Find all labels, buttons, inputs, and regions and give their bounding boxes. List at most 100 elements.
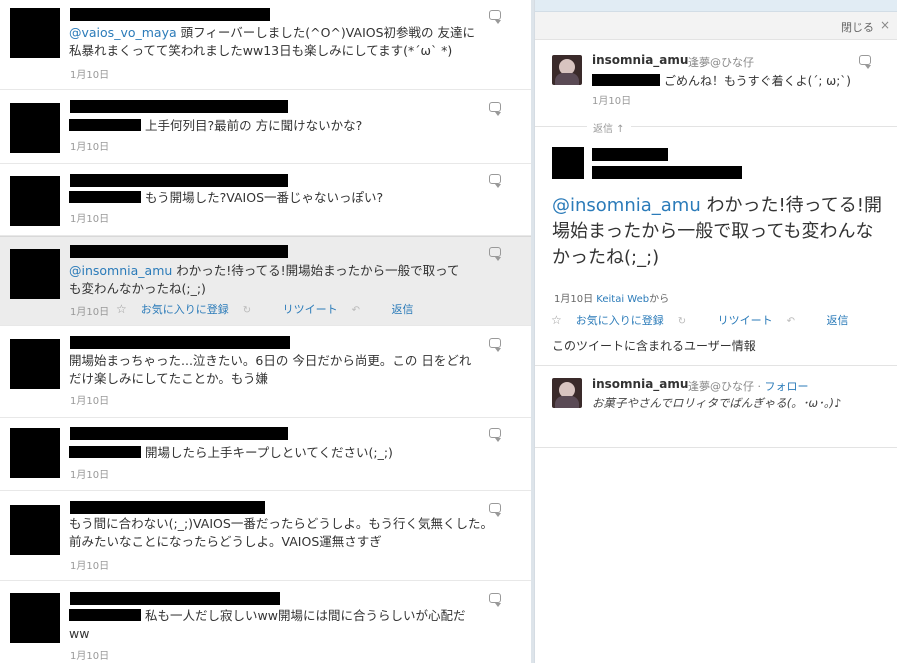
tweet-item[interactable]: もう間に合わない(;_;)VAIOS一番だったらどうしよ。もう行く気無くした。 … (0, 491, 531, 581)
tweet-text: @insomnia_amu わかった!待ってる!開場始まったから一般で取って も… (69, 263, 460, 296)
user-display-name: 逢夢@ひな仔 (688, 380, 754, 393)
avatar[interactable] (10, 249, 60, 299)
follow-button[interactable]: フォロー (765, 380, 809, 393)
reply-bubble-icon[interactable] (859, 55, 871, 69)
reply-bubble-icon[interactable] (489, 247, 501, 261)
redacted-mention (69, 609, 141, 621)
tweet-actions: ☆ お気に入りに登録 ↻ リツイート ↶ 返信 (116, 301, 428, 317)
close-button[interactable]: 閉じる (841, 19, 874, 35)
via-source-link[interactable]: Keitai Web (596, 294, 649, 305)
reply-bubble-icon[interactable] (489, 338, 501, 352)
tweet-text: 開場始まっちゃった...泣きたい。6日の 今日だから尚更。この 日をどれ だけ楽… (69, 353, 472, 386)
reply-bubble-icon[interactable] (489, 10, 501, 24)
tweet-text: @vaios_vo_maya 頭フィーバーしました(^O^)VAIOS初参戦の … (69, 25, 476, 58)
users-heading: このツイートに含まれるユーザー情報 (552, 339, 756, 353)
close-icon[interactable]: × (880, 18, 890, 32)
tweet-text: 私も一人だし寂しいww開場には間に合うらしいが心配だ ww (69, 608, 466, 641)
user-username[interactable]: insomnia_amu (592, 377, 688, 391)
redacted-username (70, 100, 288, 113)
avatar[interactable] (10, 339, 60, 389)
avatar[interactable] (10, 428, 60, 478)
redacted-username (70, 174, 288, 187)
tweet-date[interactable]: 1月10日 (70, 66, 109, 81)
retweet-icon: ↻ (677, 316, 687, 327)
main-tweet-date[interactable]: 1月10日 (554, 294, 593, 305)
favorite-button[interactable]: ☆ お気に入りに登録 ↻ (551, 313, 700, 327)
avatar[interactable] (10, 176, 60, 226)
parent-display-name: 逢夢@ひな仔 (688, 56, 754, 69)
timeline: @vaios_vo_maya 頭フィーバーしました(^O^)VAIOS初参戦の … (0, 0, 531, 663)
main-tweet-text: @insomnia_amu わかった!待ってる!開場始まったから一般で取っても変… (552, 195, 883, 268)
tweet-date[interactable]: 1月10日 (70, 647, 109, 662)
user-meta: 逢夢@ひな仔 · フォロー (688, 380, 809, 393)
tweet-item[interactable]: 私も一人だし寂しいww開場には間に合うらしいが心配だ ww 1月10日 (0, 581, 531, 663)
tweet-date[interactable]: 1月10日 (70, 303, 109, 318)
reply-bubble-icon[interactable] (489, 593, 501, 607)
reply-bubble-icon[interactable] (489, 428, 501, 442)
redacted-username (70, 592, 280, 605)
reply-bubble-icon[interactable] (489, 102, 501, 116)
users-separator (535, 365, 897, 366)
details-close-row: 閉じる × (535, 12, 897, 40)
reply-bubble-icon[interactable] (489, 503, 501, 517)
avatar[interactable] (10, 8, 60, 58)
retweet-icon: ↻ (242, 305, 252, 316)
tweet-text: 上手何列目?最前の 方に聞けないかな? (69, 117, 509, 135)
tweet-item[interactable]: 開場したら上手キープしといてください(;_;) 1月10日 (0, 418, 531, 491)
tweet-text: 開場したら上手キープしといてください(;_;) (69, 444, 509, 462)
tweet-item[interactable]: 開場始まっちゃった...泣きたい。6日の 今日だから尚更。この 日をどれ だけ楽… (0, 326, 531, 418)
tweet-text: もう開場した?VAIOS一番じゃないっぽい? (69, 189, 509, 207)
bottom-separator (535, 447, 897, 448)
via-suffix: から (649, 294, 670, 305)
reply-arrow-icon: ↶ (786, 316, 796, 327)
parent-tweet-date[interactable]: 1月10日 (592, 92, 631, 107)
tweet-date[interactable]: 1月10日 (70, 392, 109, 407)
tweet-details-pane: 閉じる × insomnia_amu 逢夢@ひな仔 ごめんね！もうすぐ着くよ(´… (534, 0, 897, 663)
redacted-username (70, 427, 288, 440)
tweet-text: もう間に合わない(;_;)VAIOS一番だったらどうしよ。もう行く気無くした。 … (69, 516, 493, 549)
avatar[interactable] (10, 103, 60, 153)
tweet-item[interactable]: もう開場した?VAIOS一番じゃないっぽい? 1月10日 (0, 164, 531, 236)
avatar[interactable] (552, 55, 582, 85)
tweet-date[interactable]: 1月10日 (70, 210, 109, 225)
retweet-button[interactable]: リツイート ↶ (718, 314, 809, 327)
tweet-item-selected[interactable]: @insomnia_amu わかった!待ってる!開場始まったから一般で取って も… (0, 236, 531, 326)
details-topbar (535, 0, 897, 12)
mention-link[interactable]: @vaios_vo_maya (69, 25, 177, 40)
redacted-mention (592, 74, 660, 86)
redacted-username (592, 148, 668, 161)
redacted-username (70, 501, 265, 514)
parent-tweet-text: ごめんね！もうすぐ着くよ(´; ω;`) (592, 72, 851, 89)
avatar[interactable] (552, 147, 584, 179)
redacted-username (70, 8, 270, 21)
mention-link[interactable]: @insomnia_amu (552, 195, 701, 216)
star-icon: ☆ (116, 302, 127, 316)
redacted-username (70, 245, 288, 258)
user-bio: お菓子やさんでロリィタでばんぎゃる(。･ω･。)♪ (592, 396, 842, 410)
reply-separator-label: 返信 ↑ (587, 120, 631, 135)
tweet-date[interactable]: 1月10日 (70, 557, 109, 572)
star-icon: ☆ (551, 313, 562, 327)
avatar[interactable] (10, 593, 60, 643)
tweet-date[interactable]: 1月10日 (70, 138, 109, 153)
tweet-date[interactable]: 1月10日 (70, 466, 109, 481)
reply-arrow-icon: ↶ (351, 305, 361, 316)
main-tweet-actions: ☆ お気に入りに登録 ↻ リツイート ↶ 返信 (551, 312, 863, 328)
avatar[interactable] (10, 505, 60, 555)
reply-bubble-icon[interactable] (489, 174, 501, 188)
redacted-display-name (592, 166, 742, 179)
parent-username[interactable]: insomnia_amu (592, 53, 688, 67)
redacted-mention (69, 191, 141, 203)
main-tweet-meta: 1月10日 Keitai Webから (554, 290, 669, 305)
reply-button[interactable]: 返信 (827, 314, 849, 327)
redacted-username (70, 336, 290, 349)
favorite-button[interactable]: ☆ お気に入りに登録 ↻ (116, 302, 265, 316)
tweet-item[interactable]: @vaios_vo_maya 頭フィーバーしました(^O^)VAIOS初参戦の … (0, 0, 531, 90)
reply-button[interactable]: 返信 (392, 303, 414, 316)
retweet-button[interactable]: リツイート ↶ (283, 303, 374, 316)
tweet-item[interactable]: 上手何列目?最前の 方に聞けないかな? 1月10日 (0, 90, 531, 164)
avatar[interactable] (552, 378, 582, 408)
redacted-mention (69, 119, 141, 131)
mention-link[interactable]: @insomnia_amu (69, 263, 172, 278)
redacted-mention (69, 446, 141, 458)
